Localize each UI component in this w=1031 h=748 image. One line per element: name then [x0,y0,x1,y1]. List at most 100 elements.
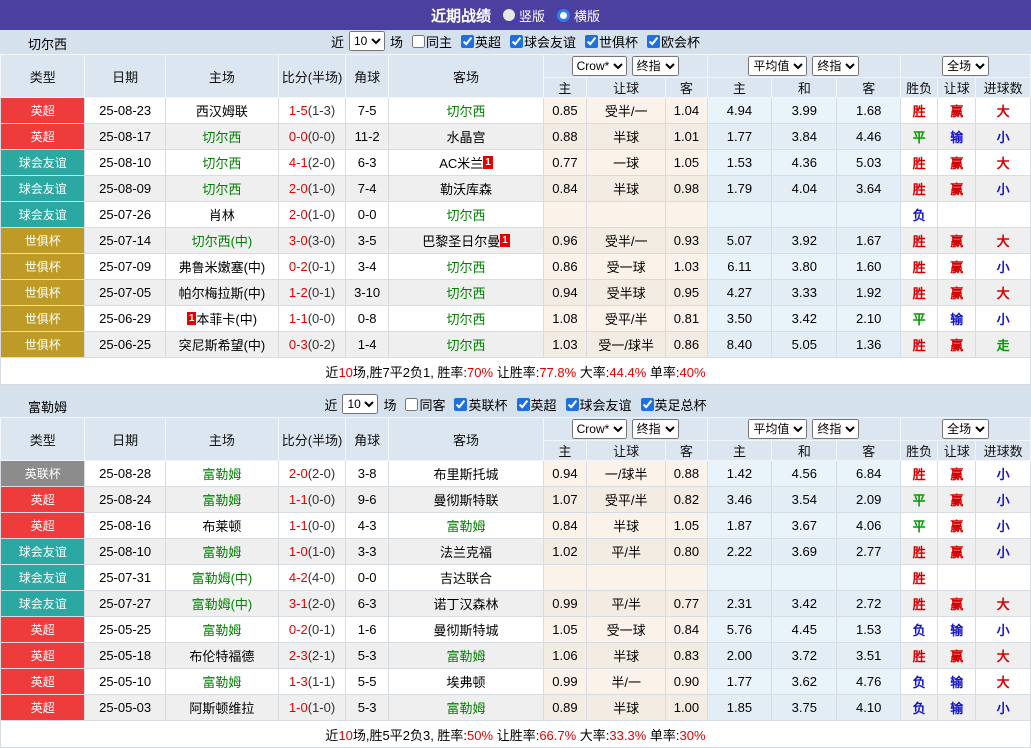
away-team[interactable]: 吉达联合 [389,565,544,591]
same-side-filter[interactable]: 同客 [398,395,445,414]
red-card-badge: 1 [500,234,510,247]
away-team[interactable]: 布里斯托城 [389,461,544,487]
result: 胜 [901,591,938,617]
away-team[interactable]: 曼彻斯特城 [389,617,544,643]
away-team[interactable]: 曼彻斯特联 [389,487,544,513]
home-team[interactable]: 富勒姆 [165,487,278,513]
avg-home: 3.50 [707,306,772,332]
home-team[interactable]: 布莱顿 [165,513,278,539]
scope-select[interactable]: 全场 [942,56,989,76]
league-filter-3[interactable]: 欧会杯 [640,32,700,51]
away-team[interactable]: 富勒姆 [389,513,544,539]
same-side-filter-checkbox[interactable] [405,398,418,411]
result: 胜 [901,150,938,176]
away-team[interactable]: 埃弗顿 [389,669,544,695]
home-team[interactable]: 富勒姆 [165,617,278,643]
away-team[interactable]: 切尔西 [389,280,544,306]
halftime-score: (1-3) [308,103,335,118]
home-team[interactable]: 帕尔梅拉斯(中) [165,280,278,306]
avg-draw: 4.45 [772,617,837,643]
away-team-name: 切尔西 [447,338,486,353]
home-team[interactable]: 切尔西 [165,150,278,176]
same-side-filter[interactable]: 同主 [405,32,452,51]
away-team[interactable]: 切尔西 [389,98,544,124]
home-team[interactable]: 布伦特福德 [165,643,278,669]
odds-time-select[interactable]: 终指 [632,56,679,76]
same-side-filter-checkbox[interactable] [412,35,425,48]
away-team[interactable]: 巴黎圣日尔曼1 [389,228,544,254]
col-away: 客场 [389,418,544,461]
avg-away: 6.84 [837,461,901,487]
away-team[interactable]: 富勒姆 [389,643,544,669]
away-team[interactable]: 切尔西 [389,202,544,228]
summary-label: 单率: [646,728,679,743]
games-count-select[interactable]: 10 [342,394,378,414]
home-team[interactable]: 富勒姆 [165,669,278,695]
home-team[interactable]: 富勒姆 [165,539,278,565]
avg-source-select[interactable]: 平均值 [748,419,807,439]
avg-away: 3.51 [837,643,901,669]
league-filter-1-checkbox[interactable] [510,35,523,48]
league-filter-0-checkbox[interactable] [454,398,467,411]
avg-draw: 3.99 [772,98,837,124]
home-team[interactable]: 富勒姆 [165,461,278,487]
home-team[interactable]: 阿斯顿维拉 [165,695,278,721]
home-team[interactable]: 1本菲卡(中) [165,306,278,332]
avg-source-select[interactable]: 平均值 [748,56,807,76]
avg-draw: 3.69 [772,539,837,565]
league-filter-1[interactable]: 球会友谊 [503,32,576,51]
odds-source-select[interactable]: Crow* [572,56,627,76]
away-team[interactable]: AC米兰1 [389,150,544,176]
scope-select[interactable]: 全场 [942,419,989,439]
corner-score: 3-8 [346,461,389,487]
odds-source-select[interactable]: Crow* [572,419,627,439]
match-date: 25-08-28 [85,461,165,487]
league-filter-0[interactable]: 英超 [454,32,501,51]
away-team[interactable]: 切尔西 [389,254,544,280]
league-filter-2[interactable]: 世俱杯 [578,32,638,51]
league-filter-2[interactable]: 球会友谊 [559,395,632,414]
away-team[interactable]: 切尔西 [389,332,544,358]
league-filter-2-checkbox[interactable] [585,35,598,48]
away-team[interactable]: 诺丁汉森林 [389,591,544,617]
match-date: 25-06-25 [85,332,165,358]
page: 近期战绩 竖版 横版 切尔西近10场同主英超球会友谊世俱杯欧会杯类型日期主场比分… [0,0,1031,748]
avg-time-select[interactable]: 终指 [812,419,859,439]
red-card-badge: 1 [187,312,197,325]
score: 1-2(0-1) [279,280,346,306]
odds-away: 0.77 [666,591,707,617]
halftime-score: (0-2) [308,337,335,352]
league-filter-0[interactable]: 英联杯 [447,395,507,414]
home-team[interactable]: 肖林 [165,202,278,228]
games-count-select[interactable]: 10 [349,31,385,51]
home-team[interactable]: 切尔西 [165,176,278,202]
away-team[interactable]: 富勒姆 [389,695,544,721]
odds-home: 0.77 [543,150,586,176]
league-filter-1[interactable]: 英超 [510,395,557,414]
away-team[interactable]: 切尔西 [389,306,544,332]
away-team[interactable]: 勒沃库森 [389,176,544,202]
away-team[interactable]: 水晶宫 [389,124,544,150]
away-team[interactable]: 法兰克福 [389,539,544,565]
home-team[interactable]: 富勒姆(中) [165,591,278,617]
league-filter-0-checkbox[interactable] [461,35,474,48]
league-filter-2-checkbox[interactable] [566,398,579,411]
home-team[interactable]: 西汉姆联 [165,98,278,124]
home-team[interactable]: 切尔西(中) [165,228,278,254]
league-filter-3-checkbox[interactable] [641,398,654,411]
home-team[interactable]: 富勒姆(中) [165,565,278,591]
home-team[interactable]: 切尔西 [165,124,278,150]
league-filter-3[interactable]: 英足总杯 [634,395,707,414]
radio-horizontal[interactable]: 横版 [557,6,600,25]
results-table: 类型日期主场比分(半场)角球客场Crow*终指平均值终指全场主让球客主和客胜负让… [0,54,1031,385]
league-filter-3-checkbox[interactable] [647,35,660,48]
league-badge: 英超 [1,513,85,539]
avg-time-select[interactable]: 终指 [812,56,859,76]
league-filter-1-checkbox[interactable] [517,398,530,411]
home-team[interactable]: 突尼斯希望(中) [165,332,278,358]
radio-vertical[interactable]: 竖版 [503,6,545,25]
league-filter-1-label: 英超 [531,395,557,414]
avg-draw: 3.80 [772,254,837,280]
odds-time-select[interactable]: 终指 [632,419,679,439]
home-team[interactable]: 弗鲁米嫩塞(中) [165,254,278,280]
